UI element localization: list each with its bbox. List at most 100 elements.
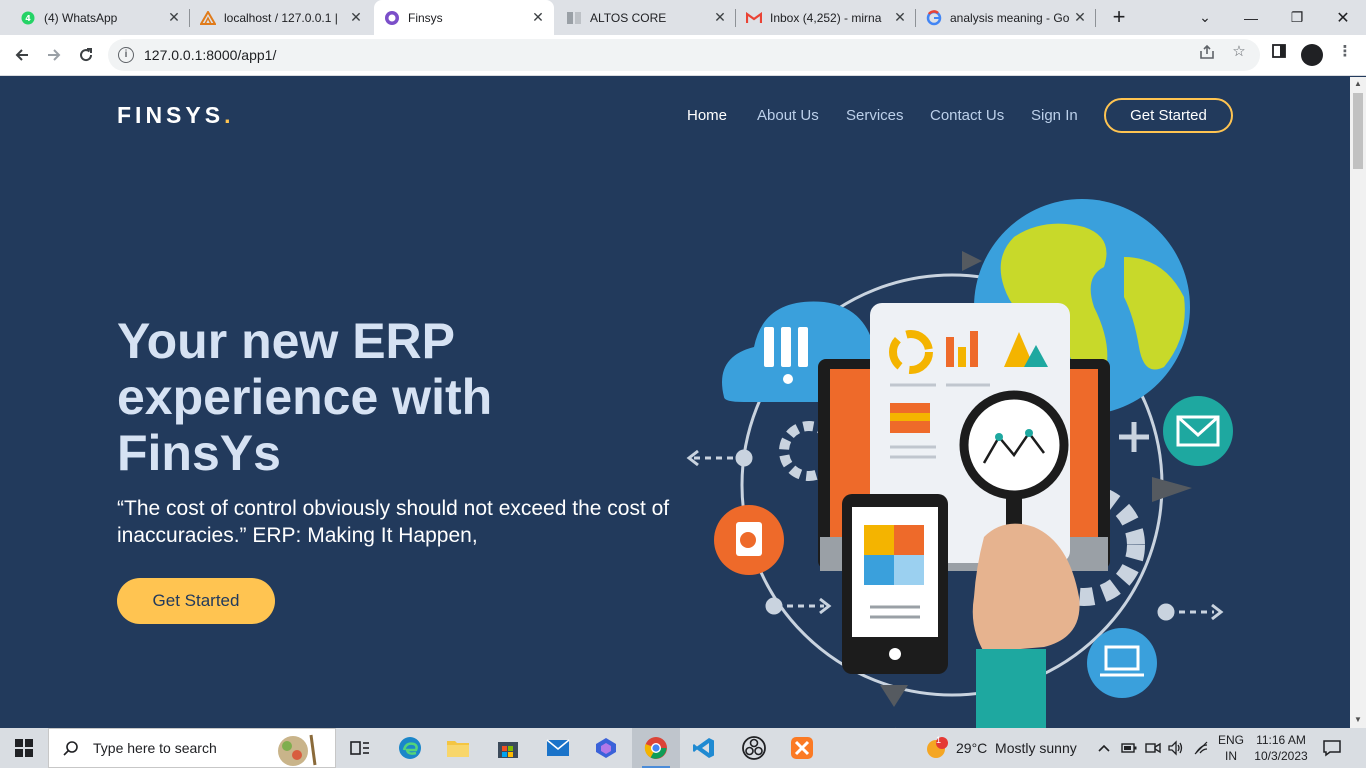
windows-taskbar: Type here to search 1 29°C Mostly sunny bbox=[0, 728, 1366, 768]
close-tab-icon[interactable]: ✕ bbox=[166, 9, 182, 25]
taskbar-chrome[interactable] bbox=[632, 728, 680, 768]
tab-altos[interactable]: ALTOS CORE ✕ bbox=[556, 0, 736, 35]
close-window-button[interactable]: ✕ bbox=[1320, 0, 1366, 35]
taskbar-search-box[interactable]: Type here to search bbox=[48, 728, 336, 768]
tab-localhost[interactable]: localhost / 127.0.0.1 | ✕ bbox=[190, 0, 372, 35]
back-button[interactable] bbox=[8, 41, 36, 69]
copilot-icon bbox=[596, 738, 616, 758]
scroll-up-arrow-icon[interactable]: ▲ bbox=[1354, 79, 1362, 88]
tab-whatsapp[interactable]: 4 (4) WhatsApp ✕ bbox=[10, 0, 190, 35]
header-get-started-button[interactable]: Get Started bbox=[1104, 98, 1233, 133]
battery-icon[interactable] bbox=[1121, 728, 1137, 768]
restore-button[interactable]: ❐ bbox=[1274, 0, 1320, 35]
clock-time: 11:16 AM bbox=[1256, 733, 1306, 747]
scroll-down-arrow-icon[interactable]: ▼ bbox=[1354, 715, 1362, 724]
scroll-thumb[interactable] bbox=[1353, 93, 1363, 169]
erp-hero-illustration bbox=[686, 199, 1233, 728]
taskbar-vscode[interactable] bbox=[680, 728, 728, 768]
clock-date: 10/3/2023 bbox=[1254, 749, 1308, 763]
new-tab-button[interactable]: + bbox=[1106, 5, 1132, 31]
taskbar-file-explorer[interactable] bbox=[434, 728, 482, 768]
taskbar-edge[interactable] bbox=[386, 728, 434, 768]
chevron-up-icon bbox=[1098, 744, 1110, 752]
close-tab-icon[interactable]: ✕ bbox=[892, 9, 908, 25]
reload-button[interactable] bbox=[72, 41, 100, 69]
windows-logo-icon bbox=[15, 739, 33, 757]
logo-text: FINSYS bbox=[117, 102, 225, 128]
close-tab-icon[interactable]: ✕ bbox=[348, 9, 364, 25]
language-indicator[interactable]: ENG IN bbox=[1214, 732, 1248, 764]
search-icon bbox=[63, 741, 78, 756]
nav-services[interactable]: Services bbox=[846, 107, 904, 124]
url-field[interactable]: i 127.0.0.1:8000/app1/ bbox=[108, 39, 1260, 71]
nav-about-us[interactable]: About Us bbox=[757, 107, 819, 124]
close-tab-icon[interactable]: ✕ bbox=[530, 9, 546, 25]
nav-contact-us[interactable]: Contact Us bbox=[930, 107, 1004, 124]
share-icon[interactable] bbox=[1198, 43, 1216, 61]
clock[interactable]: 11:16 AM 10/3/2023 bbox=[1250, 732, 1312, 764]
search-highlight-image-icon bbox=[278, 734, 317, 766]
notification-center-button[interactable] bbox=[1322, 728, 1342, 768]
start-button[interactable] bbox=[0, 728, 48, 768]
taskbar-copilot[interactable] bbox=[582, 728, 630, 768]
folder-icon bbox=[447, 741, 469, 757]
whatsapp-icon: 4 bbox=[20, 10, 36, 26]
page-icon bbox=[566, 10, 582, 26]
bookmark-star-icon[interactable]: ☆ bbox=[1230, 43, 1248, 61]
nav-sign-in[interactable]: Sign In bbox=[1031, 107, 1078, 124]
notification-icon bbox=[1323, 740, 1341, 757]
page-scrollbar[interactable]: ▲ ▼ bbox=[1350, 77, 1366, 728]
meet-now-icon[interactable] bbox=[1145, 728, 1161, 768]
taskbar-mail[interactable] bbox=[534, 728, 582, 768]
tab-strip: 4 (4) WhatsApp ✕ localhost / 127.0.0.1 |… bbox=[0, 0, 1366, 35]
mail-icon bbox=[546, 739, 570, 756]
svg-text:4: 4 bbox=[25, 14, 31, 23]
hero-title: Your new ERP experience with FinsYs bbox=[117, 313, 493, 481]
obs-icon bbox=[742, 736, 766, 760]
edge-icon bbox=[399, 737, 421, 759]
nav-home[interactable]: Home bbox=[687, 107, 727, 124]
laptop-icon bbox=[1087, 628, 1157, 698]
language-code: ENG bbox=[1217, 733, 1244, 747]
address-bar: i 127.0.0.1:8000/app1/ ☆ ⋮ bbox=[0, 35, 1366, 76]
volume-icon[interactable] bbox=[1168, 728, 1184, 768]
site-logo[interactable]: FINSYS. bbox=[117, 102, 234, 129]
site-info-icon[interactable]: i bbox=[118, 47, 134, 63]
google-icon bbox=[926, 9, 942, 26]
taskbar-obs[interactable] bbox=[730, 728, 778, 768]
envelope-icon bbox=[1163, 396, 1233, 466]
close-tab-icon[interactable]: ✕ bbox=[1072, 9, 1088, 25]
tab-search-chevron-icon[interactable]: ⌄ bbox=[1182, 0, 1228, 35]
wifi-icon[interactable] bbox=[1193, 728, 1209, 768]
orbit-arrow-top bbox=[962, 251, 982, 271]
weather-widget[interactable]: 1 29°C Mostly sunny bbox=[924, 728, 1077, 768]
tab-google[interactable]: analysis meaning - Go ✕ bbox=[916, 0, 1096, 35]
url-text: 127.0.0.1:8000/app1/ bbox=[144, 47, 277, 63]
minimize-button[interactable]: — bbox=[1228, 0, 1274, 35]
forward-arrow-icon bbox=[48, 49, 61, 61]
chrome-icon bbox=[644, 737, 667, 759]
taskbar-store[interactable] bbox=[484, 728, 532, 768]
forward-button[interactable] bbox=[40, 41, 68, 69]
orbit-arrow-right bbox=[1152, 477, 1192, 502]
hero-get-started-button[interactable]: Get Started bbox=[117, 578, 275, 624]
profile-avatar[interactable] bbox=[1301, 44, 1323, 66]
logo-dot: . bbox=[224, 102, 235, 128]
reload-icon bbox=[80, 48, 93, 62]
tab-finsys[interactable]: Finsys ✕ bbox=[374, 0, 554, 35]
phone-icon bbox=[842, 494, 948, 674]
store-icon bbox=[498, 742, 518, 758]
gmail-icon bbox=[746, 10, 762, 26]
sleeve bbox=[976, 649, 1046, 728]
taskbar-xampp[interactable] bbox=[778, 728, 826, 768]
tab-gmail[interactable]: Inbox (4,252) - mirna ✕ bbox=[736, 0, 916, 35]
side-panel-icon[interactable] bbox=[1270, 43, 1288, 61]
show-hidden-icons-button[interactable] bbox=[1097, 728, 1111, 768]
menu-kebab-icon[interactable]: ⋮ bbox=[1336, 43, 1354, 61]
vscode-icon bbox=[693, 738, 714, 758]
task-view-button[interactable] bbox=[336, 728, 384, 768]
close-tab-icon[interactable]: ✕ bbox=[712, 9, 728, 25]
orbit-arrow-down bbox=[880, 685, 908, 707]
tab-separator bbox=[1095, 9, 1096, 27]
finsys-landing-page: FINSYS. Home About Us Services Contact U… bbox=[0, 77, 1350, 728]
